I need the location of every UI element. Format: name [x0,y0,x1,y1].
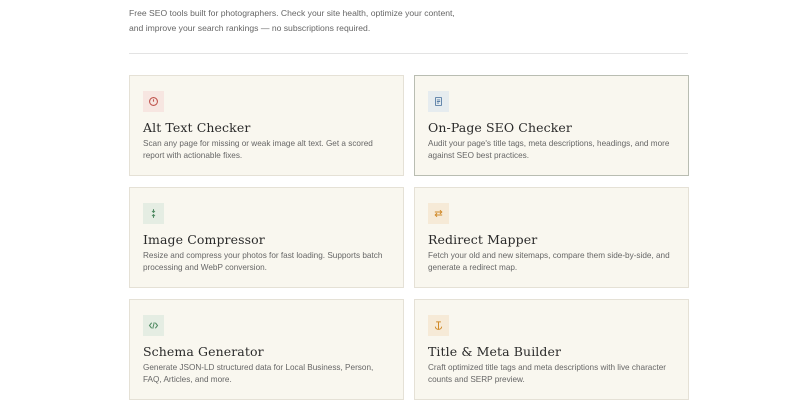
tool-card-schema-generator[interactable]: Schema Generator Generate JSON-LD struct… [129,299,404,400]
divider [129,53,688,54]
tool-title: Title & Meta Builder [428,344,562,359]
tools-grid: Alt Text Checker Scan any page for missi… [129,75,689,400]
intro-text: Free SEO tools built for photographers. … [129,6,469,36]
tool-description: Audit your page's title tags, meta descr… [428,139,670,160]
tool-description: Generate JSON-LD structured data for Loc… [143,363,374,384]
tool-description: Fetch your old and new sitemaps, compare… [428,251,670,272]
tool-description: Resize and compress your photos for fast… [143,251,383,272]
tool-title: Schema Generator [143,344,264,359]
tool-card-redirect-mapper[interactable]: Redirect Mapper Fetch your old and new s… [414,187,689,288]
intro-line-1: Free SEO tools built for photographers. … [129,8,455,18]
tool-title: On-Page SEO Checker [428,120,572,135]
tool-description: Scan any page for missing or weak image … [143,139,373,160]
code-brackets-icon [143,315,164,336]
tool-title: Redirect Mapper [428,232,538,247]
document-icon [428,91,449,112]
tool-title: Alt Text Checker [143,120,251,135]
tool-card-image-compressor[interactable]: Image Compressor Resize and compress you… [129,187,404,288]
intro-line-2: and improve your search rankings — no su… [129,23,371,33]
tool-title: Image Compressor [143,232,265,247]
anchor-icon [428,315,449,336]
swap-arrows-icon [428,203,449,224]
tool-card-alt-text-checker[interactable]: Alt Text Checker Scan any page for missi… [129,75,404,176]
tool-card-title-meta-builder[interactable]: Title & Meta Builder Craft optimized tit… [414,299,689,400]
clock-icon [143,91,164,112]
compress-arrows-icon [143,203,164,224]
tool-description: Craft optimized title tags and meta desc… [428,363,666,384]
tool-card-on-page-seo-checker[interactable]: On-Page SEO Checker Audit your page's ti… [414,75,689,176]
